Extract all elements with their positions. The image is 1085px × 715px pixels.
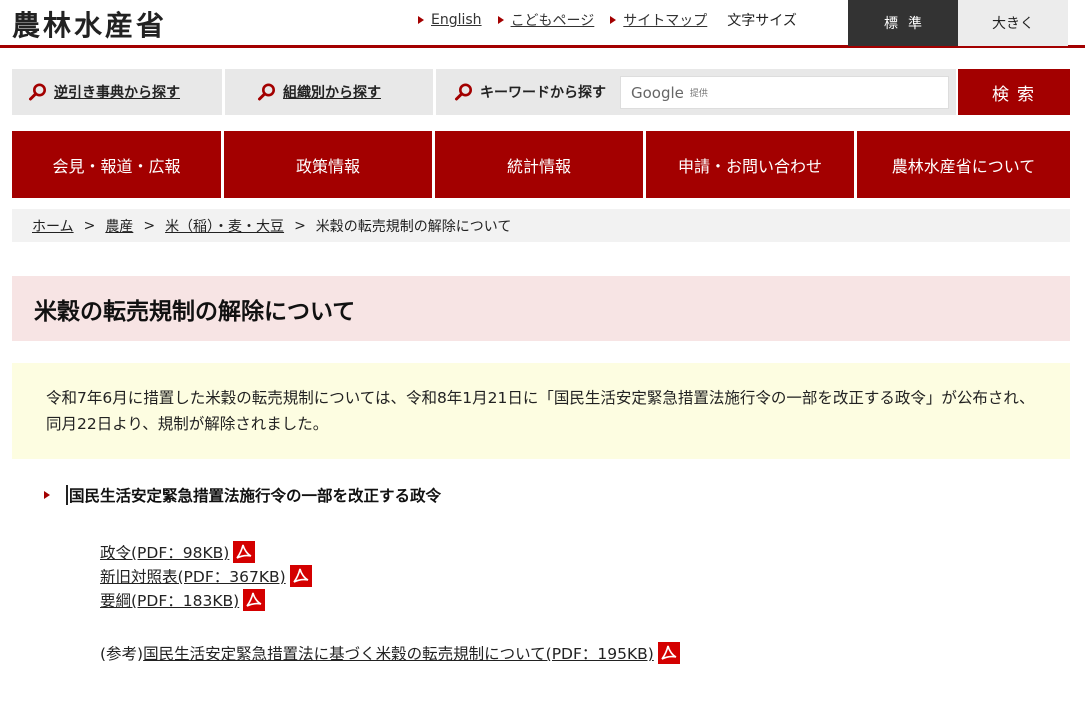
document-item: 要綱(PDF：183KB) — [100, 588, 312, 612]
breadcrumb-agri[interactable]: 農産 — [105, 216, 133, 236]
text-cursor — [66, 485, 68, 505]
search-input[interactable]: Google 提供 — [620, 76, 949, 109]
reference-item: (参考) 国民生活安定緊急措置法に基づく米穀の転売規制について(PDF：195K… — [100, 641, 680, 665]
triangle-bullet-icon — [610, 16, 617, 24]
nav-policy[interactable]: 政策情報 — [224, 131, 432, 198]
page-title-box: 米穀の転売規制の解除について — [12, 276, 1070, 341]
font-size-standard-button[interactable]: 標準 — [848, 0, 958, 46]
magnifier-icon — [455, 83, 472, 101]
breadcrumb-rice[interactable]: 米（稲）・麦・大豆 — [165, 216, 284, 236]
magnifier-icon — [29, 83, 46, 101]
nav-statistics[interactable]: 統計情報 — [435, 131, 643, 198]
pdf-icon — [657, 642, 680, 664]
breadcrumb: ホーム > 農産 > 米（稲）・麦・大豆 > 米穀の転売規制の解除について — [12, 209, 1070, 242]
site-logo[interactable]: 農林水産省 — [12, 4, 167, 44]
pdf-icon — [233, 541, 256, 563]
english-link-label: English — [431, 12, 482, 28]
font-size-large-button[interactable]: 大きく — [958, 0, 1068, 46]
doc-link-outline[interactable]: 要綱(PDF：183KB) — [100, 589, 239, 611]
triangle-bullet-icon — [418, 16, 424, 24]
nav-press[interactable]: 会見・報道・広報 — [12, 131, 221, 198]
google-logo: Google — [631, 83, 684, 102]
section-heading: 国民生活安定緊急措置法施行令の一部を改正する政令 — [44, 484, 441, 506]
global-nav: 会見・報道・広報 政策情報 統計情報 申請・お問い合わせ 農林水産省について — [12, 131, 1070, 198]
reverse-lookup-label: 逆引き事典から探す — [54, 85, 180, 101]
kids-page-link[interactable]: こどもページ — [497, 10, 595, 30]
document-item: 新旧対照表(PDF：367KB) — [100, 564, 312, 588]
doc-link-seirei[interactable]: 政令(PDF：98KB) — [100, 541, 229, 563]
nav-applications[interactable]: 申請・お問い合わせ — [646, 131, 854, 198]
search-bar: 逆引き事典から探す 組織別から探す キーワードから探す Google 提供 検索 — [12, 69, 1070, 115]
reverse-lookup-search-button[interactable]: 逆引き事典から探す — [12, 69, 222, 115]
section-heading-text: 国民生活安定緊急措置法施行令の一部を改正する政令 — [69, 487, 442, 505]
google-provided-label: 提供 — [689, 89, 708, 99]
nav-about[interactable]: 農林水産省について — [857, 131, 1070, 198]
doc-link-comparison[interactable]: 新旧対照表(PDF：367KB) — [100, 565, 286, 587]
pdf-icon — [289, 565, 312, 587]
magnifier-icon — [258, 83, 275, 101]
breadcrumb-separator: > — [143, 217, 156, 234]
org-search-button[interactable]: 組織別から探す — [225, 69, 433, 115]
breadcrumb-separator: > — [83, 217, 96, 234]
triangle-bullet-icon — [497, 16, 504, 24]
kids-page-link-label: こどもページ — [510, 13, 595, 29]
document-item: 政令(PDF：98KB) — [100, 540, 312, 564]
document-list: 政令(PDF：98KB) 新旧対照表(PDF：367KB) 要綱(PDF：183… — [100, 540, 312, 612]
notice-box: 令和7年6月に措置した米穀の転売規制については、令和8年1月21日に「国民生活安… — [12, 363, 1070, 459]
org-search-label: 組織別から探す — [283, 85, 381, 101]
page-title: 米穀の転売規制の解除について — [34, 298, 356, 325]
breadcrumb-separator: > — [294, 217, 306, 234]
utility-links: English こどもページ サイトマップ 文字サイズ — [418, 10, 797, 30]
sitemap-link-label: サイトマップ — [623, 13, 708, 29]
sitemap-link[interactable]: サイトマップ — [610, 10, 707, 30]
breadcrumb-current: 米穀の転売規制の解除について — [315, 218, 512, 235]
pdf-icon — [243, 589, 266, 611]
triangle-bullet-icon — [44, 491, 50, 499]
search-submit-button[interactable]: 検索 — [958, 69, 1070, 115]
site-header: 農林水産省 English こどもページ サイトマップ 文字サイズ 標準 大きく — [0, 0, 1085, 48]
reference-prefix: (参考) — [100, 645, 144, 663]
keyword-search-label: キーワードから探す — [480, 85, 606, 101]
breadcrumb-home[interactable]: ホーム — [32, 216, 74, 236]
doc-link-reference[interactable]: 国民生活安定緊急措置法に基づく米穀の転売規制について(PDF：195KB) — [143, 642, 654, 664]
font-size-label: 文字サイズ — [727, 13, 797, 29]
english-link[interactable]: English — [418, 12, 482, 28]
